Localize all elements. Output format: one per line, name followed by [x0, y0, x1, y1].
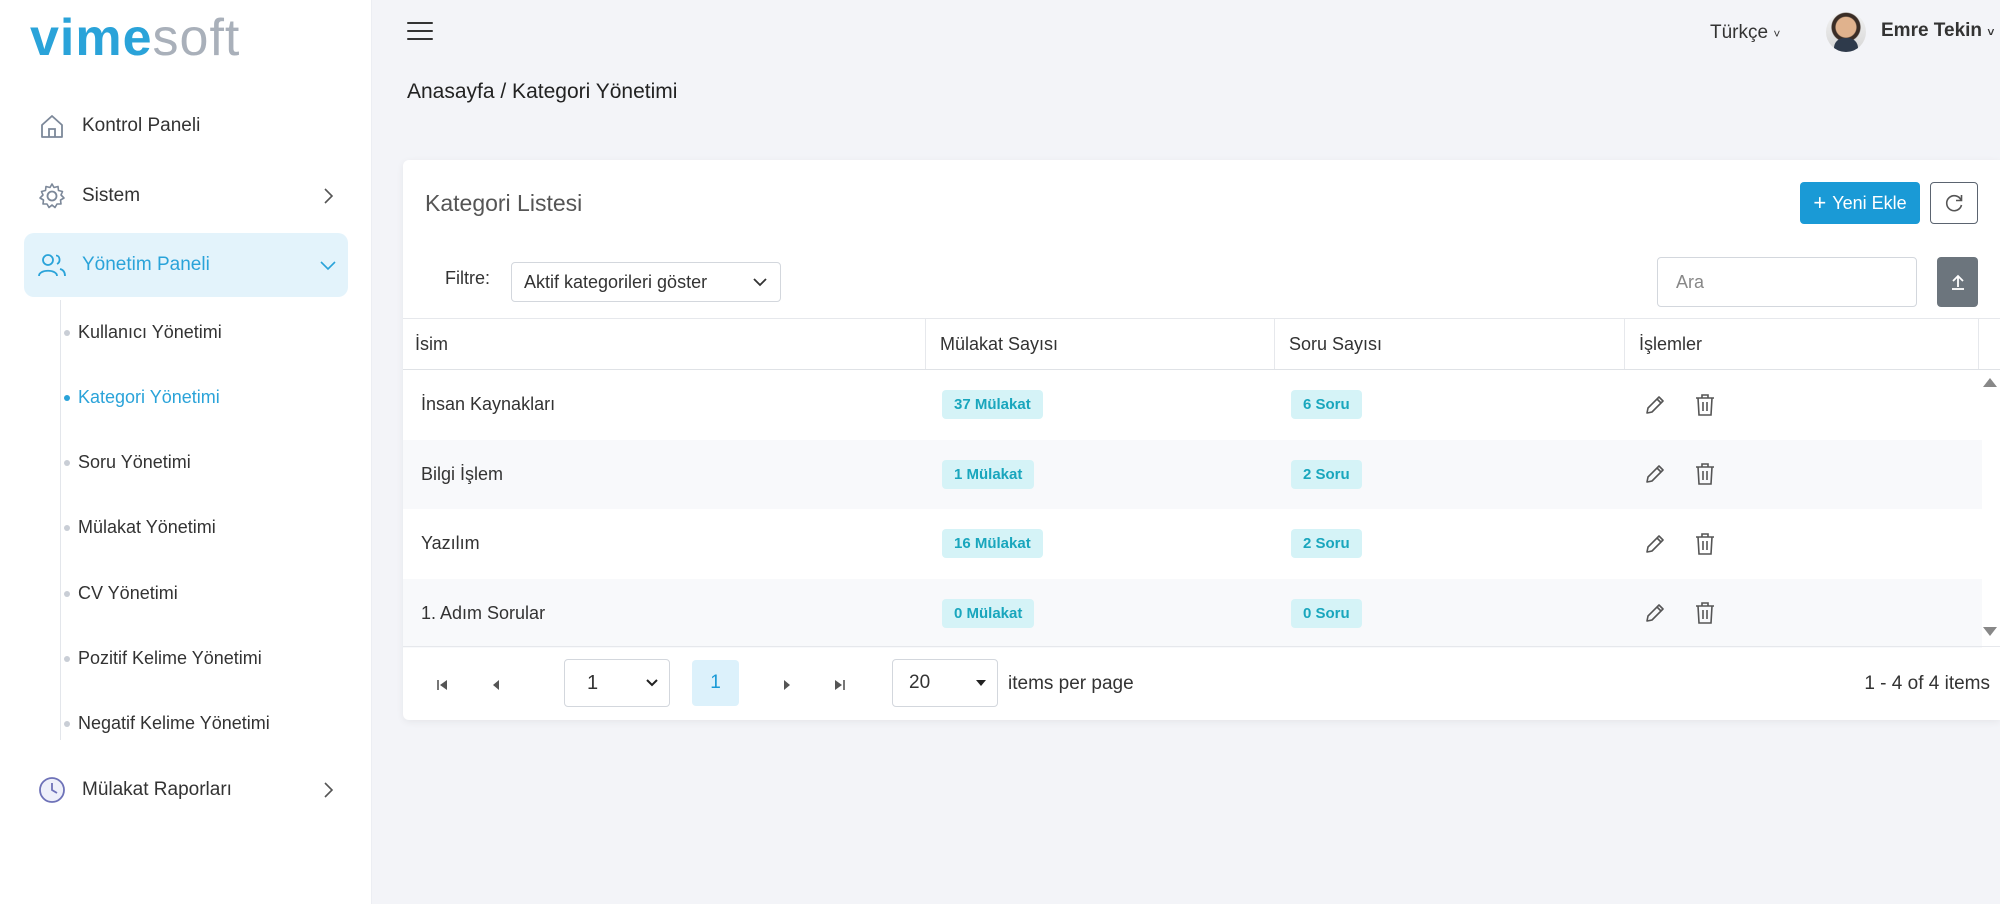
home-icon: [24, 112, 80, 140]
trash-icon[interactable]: [1693, 531, 1717, 557]
upload-icon: [1951, 274, 1964, 290]
page-select[interactable]: 1: [564, 659, 670, 707]
prev-page-icon[interactable]: [486, 675, 506, 695]
table-row[interactable]: Bilgi İşlem 1 Mülakat 2 Soru: [403, 439, 1982, 509]
column-header-questions[interactable]: Soru Sayısı: [1275, 319, 1625, 369]
sidebar-item-mulakat-raporlari[interactable]: Mülakat Raporları: [24, 758, 348, 822]
refresh-button[interactable]: [1930, 182, 1978, 224]
sidebar-item-sistem[interactable]: Sistem: [24, 164, 348, 228]
table-row[interactable]: Yazılım 16 Mülakat 2 Soru: [403, 509, 1982, 579]
chevron-right-icon: [308, 781, 348, 799]
export-button[interactable]: [1937, 257, 1978, 307]
search-input[interactable]: [1657, 257, 1917, 307]
sidebar-subitem-pozitif[interactable]: Pozitif Kelime Yönetimi: [78, 648, 262, 669]
question-count-badge: 2 Soru: [1291, 459, 1362, 489]
chevron-down-icon: ˅: [1773, 27, 1781, 41]
interview-count-badge: 16 Mülakat: [942, 529, 1043, 559]
edit-icon[interactable]: [1643, 393, 1667, 417]
question-count-badge: 6 Soru: [1291, 390, 1362, 420]
trash-icon[interactable]: [1693, 600, 1717, 626]
sidebar-subitem-kullanici[interactable]: Kullanıcı Yönetimi: [78, 322, 222, 343]
card-title: Kategori Listesi: [425, 190, 583, 216]
column-header-actions: İşlemler: [1625, 319, 1979, 369]
bullet-icon: [64, 460, 70, 466]
clock-icon: [24, 775, 80, 805]
bullet-icon: [64, 395, 70, 401]
interview-count-badge: 37 Mülakat: [942, 390, 1043, 420]
first-page-icon[interactable]: [432, 675, 452, 695]
table-body: İnsan Kaynakları 37 Mülakat 6 Soru Bilgi…: [403, 370, 1982, 648]
chevron-down-icon: [308, 259, 348, 271]
bullet-icon: [64, 591, 70, 597]
cell-name: 1. Adım Sorular: [421, 602, 546, 623]
sidebar-subitem-kategori[interactable]: Kategori Yönetimi: [78, 387, 220, 408]
trash-icon[interactable]: [1693, 392, 1717, 418]
table-header: İsim Mülakat Sayısı Soru Sayısı İşlemler: [403, 318, 2000, 370]
cell-name: Bilgi İşlem: [421, 463, 504, 484]
filter-select[interactable]: Aktif kategorileri göster: [511, 262, 781, 302]
bullet-icon: [64, 721, 70, 727]
pager-info: 1 - 4 of 4 items: [1864, 673, 1990, 694]
next-page-icon[interactable]: [777, 675, 797, 695]
bullet-icon: [64, 330, 70, 336]
scrollbar-header: [1979, 319, 2000, 369]
sidebar-item-yonetim-paneli[interactable]: Yönetim Paneli: [24, 233, 348, 297]
cell-name: Yazılım: [421, 533, 480, 554]
breadcrumb: Anasayfa / Kategori Yönetimi: [407, 80, 678, 103]
bullet-icon: [64, 525, 70, 531]
chevron-right-icon: [308, 187, 348, 205]
table-row[interactable]: 1. Adım Sorular 0 Mülakat 0 Soru: [403, 578, 1982, 648]
users-icon: [24, 251, 80, 279]
sidebar-subitem-cv[interactable]: CV Yönetimi: [78, 583, 178, 604]
trash-icon[interactable]: [1693, 461, 1717, 487]
sidebar-item-label: Yönetim Paneli: [82, 254, 210, 275]
question-count-badge: 2 Soru: [1291, 529, 1362, 559]
items-per-page-label: items per page: [1008, 673, 1134, 694]
brand-logo[interactable]: vimesoft: [30, 8, 240, 68]
chevron-down-icon: [646, 679, 658, 687]
caret-down-icon: [976, 680, 986, 686]
chevron-down-icon: [753, 278, 767, 287]
sidebar-item-label: Sistem: [82, 185, 141, 206]
submenu-line: [60, 300, 61, 740]
add-new-button[interactable]: + Yeni Ekle: [1800, 182, 1920, 224]
filter-label: Filtre:: [445, 268, 490, 288]
interview-count-badge: 1 Mülakat: [942, 459, 1035, 489]
chevron-down-icon: ˅: [1987, 25, 1995, 39]
user-menu[interactable]: Emre Tekin ˅: [1881, 20, 1994, 42]
sidebar-subitem-mulakat[interactable]: Mülakat Yönetimi: [78, 517, 216, 538]
column-header-interviews[interactable]: Mülakat Sayısı: [926, 319, 1275, 369]
menu-toggle-icon[interactable]: [407, 22, 433, 44]
refresh-icon: [1945, 194, 1963, 212]
sidebar-subitem-soru[interactable]: Soru Yönetimi: [78, 452, 191, 473]
question-count-badge: 0 Soru: [1291, 598, 1362, 628]
cell-name: İnsan Kaynakları: [421, 394, 556, 415]
last-page-icon[interactable]: [830, 675, 850, 695]
sidebar-subitem-negatif[interactable]: Negatif Kelime Yönetimi: [78, 713, 270, 734]
gear-icon: [24, 181, 80, 211]
language-selector[interactable]: Türkçe ˅: [1710, 22, 1780, 44]
sidebar: vimesoft Kontrol Paneli Sistem Yönetim P…: [0, 0, 372, 904]
plus-icon: +: [1813, 190, 1827, 215]
sidebar-item-label: Kontrol Paneli: [82, 115, 201, 136]
table-row[interactable]: İnsan Kaynakları 37 Mülakat 6 Soru: [403, 370, 1982, 440]
interview-count-badge: 0 Mülakat: [942, 598, 1035, 628]
sidebar-item-kontrol-paneli[interactable]: Kontrol Paneli: [24, 94, 348, 158]
column-header-name[interactable]: İsim: [403, 319, 926, 369]
bullet-icon: [64, 656, 70, 662]
category-list-card: Kategori Listesi + Yeni Ekle Filtre: Akt…: [403, 160, 2000, 720]
edit-icon[interactable]: [1643, 462, 1667, 486]
scroll-up-icon[interactable]: [1983, 378, 1997, 387]
avatar[interactable]: [1826, 12, 1866, 52]
scroll-down-icon[interactable]: [1983, 627, 1997, 636]
pager: 1 1 20 items per page 1 - 4 of 4 items: [403, 646, 2000, 720]
edit-icon[interactable]: [1643, 601, 1667, 625]
edit-icon[interactable]: [1643, 532, 1667, 556]
current-page-button[interactable]: 1: [692, 660, 739, 706]
sidebar-item-label: Mülakat Raporları: [82, 779, 232, 800]
page-size-select[interactable]: 20: [892, 659, 998, 707]
